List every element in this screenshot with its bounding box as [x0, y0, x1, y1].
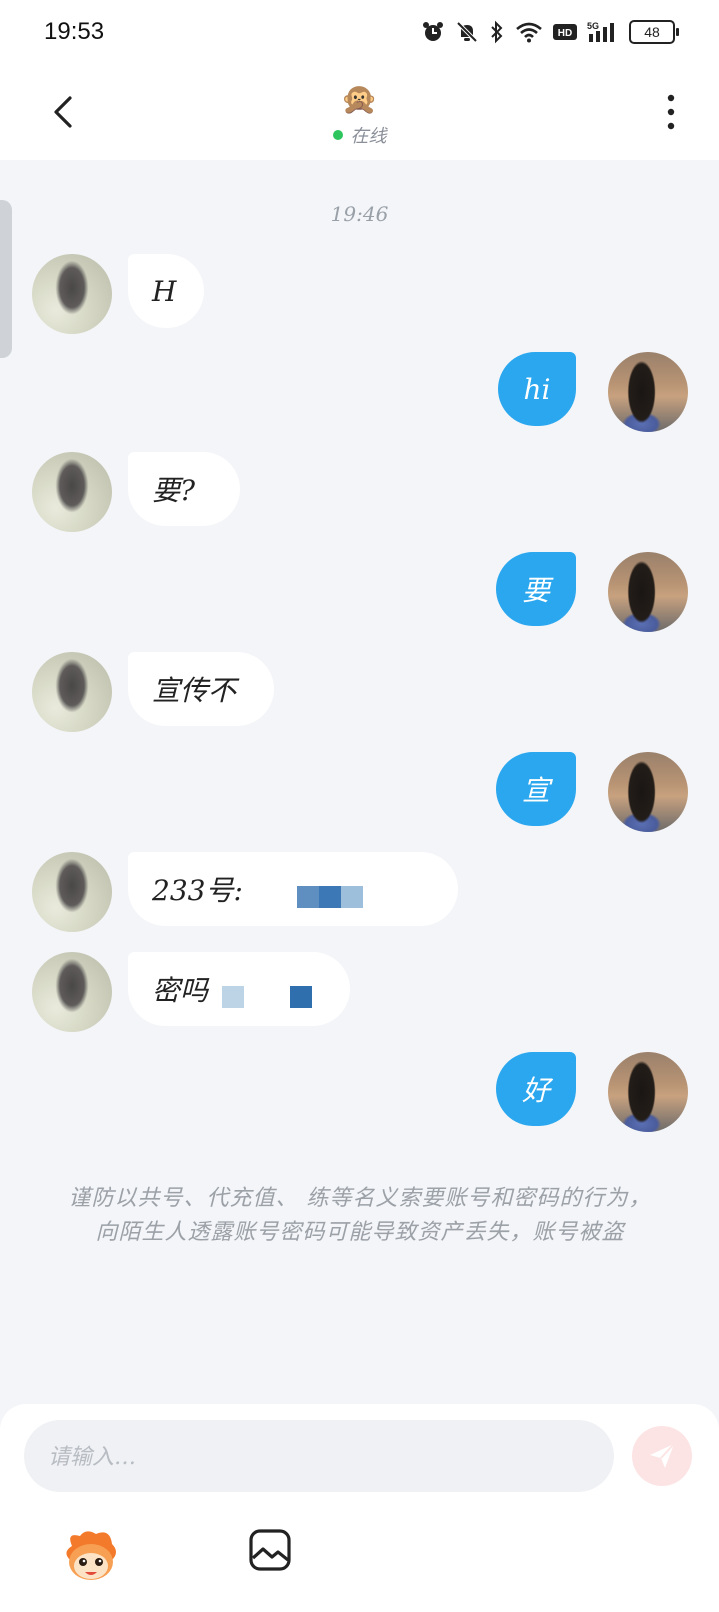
my-avatar[interactable]	[608, 552, 688, 632]
status-icons: HD 5G 48	[421, 18, 679, 46]
redacted-mosaic	[222, 978, 313, 1008]
contact-avatar[interactable]	[32, 452, 112, 532]
message-text: 宣	[521, 774, 550, 807]
contact-name: 🙊	[340, 82, 379, 117]
online-status-text: 在线	[350, 126, 387, 147]
my-avatar[interactable]	[608, 752, 688, 832]
message-input[interactable]	[46, 1420, 590, 1494]
online-dot-icon	[332, 130, 343, 140]
redacted-mosaic	[296, 878, 363, 908]
contact-avatar[interactable]	[32, 852, 112, 932]
message-text: 要	[521, 574, 550, 607]
message-bubble-outgoing: 要	[496, 552, 576, 626]
message-timestamp: 19:46	[330, 202, 389, 226]
status-bar: 19:53 HD 5G 48	[0, 0, 719, 64]
image-picker-icon[interactable]	[248, 1528, 292, 1572]
battery-icon: 48	[629, 20, 679, 44]
message-bubble-outgoing: 好	[496, 1052, 576, 1126]
message-input-container	[24, 1420, 614, 1494]
send-icon	[650, 1443, 675, 1468]
more-options-button[interactable]	[663, 92, 679, 132]
chat-header: 🙊 在线	[0, 64, 719, 160]
mascot-sticker-icon[interactable]	[62, 1526, 120, 1584]
status-time: 19:53	[44, 18, 105, 45]
message-text: 要?	[152, 474, 196, 507]
message-text: hi	[523, 372, 551, 406]
contact-avatar[interactable]	[32, 652, 112, 732]
message-text: 密吗	[152, 974, 209, 1007]
message-text: 宣传不	[152, 674, 237, 707]
message-composer	[0, 1404, 719, 1612]
message-bubble-outgoing: hi	[498, 352, 576, 426]
my-avatar[interactable]	[608, 352, 688, 432]
signal-5g-icon: 5G	[587, 21, 614, 42]
message-bubble-outgoing: 宣	[496, 752, 576, 826]
send-button[interactable]	[632, 1426, 692, 1486]
mute-bell-icon	[456, 21, 478, 43]
security-warning: 谨防以共号、代充值、 练等名义索要账号和密码的行为，向陌生人透露账号密码可能导致…	[68, 1186, 652, 1245]
battery-level: 48	[644, 24, 660, 40]
wifi-icon	[516, 22, 542, 43]
online-status: 在线	[0, 122, 719, 148]
message-text: 好	[521, 1074, 550, 1107]
alarm-icon	[423, 22, 443, 41]
svg-text:5G: 5G	[587, 21, 599, 31]
bluetooth-icon	[491, 20, 503, 44]
message-bubble-incoming: 要?	[128, 452, 240, 526]
contact-avatar[interactable]	[32, 254, 112, 334]
message-bubble-incoming: 宣传不	[128, 652, 274, 726]
message-text: H	[152, 274, 177, 308]
message-bubble-incoming: 233号:	[128, 852, 458, 926]
svg-text:HD: HD	[558, 28, 572, 39]
message-bubble-incoming: 密吗	[128, 952, 350, 1026]
message-text: 233号:	[152, 874, 243, 907]
hd-icon: HD	[553, 24, 577, 40]
contact-avatar[interactable]	[32, 952, 112, 1032]
message-bubble-incoming: H	[128, 254, 204, 328]
my-avatar[interactable]	[608, 1052, 688, 1132]
